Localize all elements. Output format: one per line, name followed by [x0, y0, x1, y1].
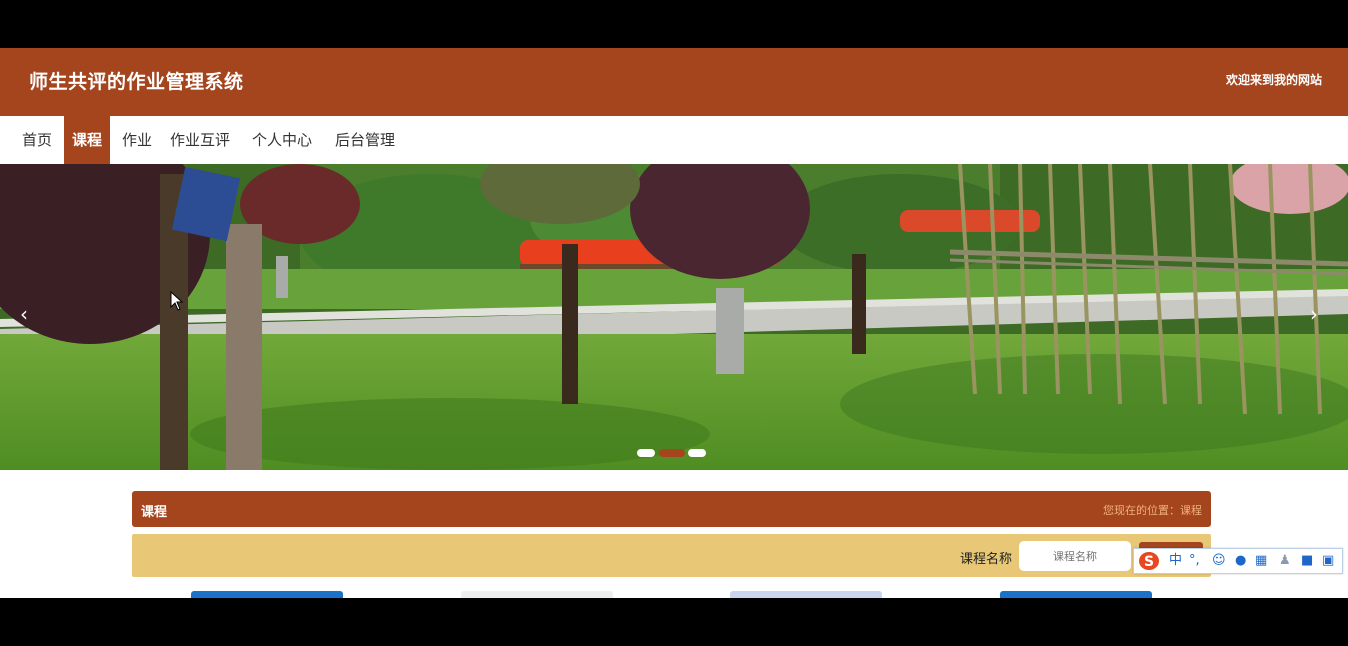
section-header: 课程 您现在的位置：课程 — [132, 491, 1211, 527]
carousel-dot-active[interactable] — [659, 449, 685, 457]
nav-item-admin[interactable]: 后台管理 — [327, 116, 403, 164]
keyboard-icon[interactable]: ▦ — [1255, 552, 1267, 570]
carousel-dot[interactable] — [688, 449, 706, 457]
grid-icon[interactable]: ▣ — [1322, 552, 1334, 570]
microphone-icon[interactable]: ● — [1235, 552, 1246, 570]
carousel-dot[interactable] — [637, 449, 655, 457]
banner-image — [0, 164, 1348, 470]
nav-item-personal-center[interactable]: 个人中心 — [244, 116, 320, 164]
search-bar: 课程名称 搜索 — [132, 534, 1211, 577]
course-card[interactable] — [1000, 591, 1152, 598]
mouse-cursor-icon — [170, 291, 184, 311]
search-input[interactable] — [1019, 541, 1131, 571]
ime-chinese-mode[interactable]: 中 — [1169, 552, 1182, 570]
chevron-left-icon[interactable]: ‹ — [20, 304, 28, 324]
sogou-logo-icon[interactable]: S — [1138, 551, 1160, 571]
main-nav: 首页 课程 作业 作业互评 个人中心 后台管理 — [0, 116, 1348, 164]
nav-item-home[interactable]: 首页 — [14, 116, 60, 164]
course-card[interactable] — [191, 591, 343, 598]
site-header: 师生共评的作业管理系统 欢迎来到我的网站 — [0, 48, 1348, 116]
course-card[interactable] — [461, 591, 613, 598]
shirt-icon[interactable]: ■ — [1301, 552, 1313, 570]
breadcrumb: 您现在的位置：课程 — [1103, 504, 1202, 517]
banner-carousel[interactable]: ‹ › — [0, 164, 1348, 470]
svg-text:S: S — [1144, 554, 1154, 570]
ime-punctuation-mode[interactable]: °, — [1189, 552, 1200, 570]
section-title: 课程 — [141, 505, 168, 520]
chevron-right-icon[interactable]: › — [1310, 304, 1318, 324]
nav-item-peer-review[interactable]: 作业互评 — [162, 116, 238, 164]
site-title: 师生共评的作业管理系统 — [29, 71, 244, 93]
nav-item-homework[interactable]: 作业 — [114, 116, 160, 164]
emoji-icon[interactable]: ☺ — [1212, 552, 1226, 570]
search-label: 课程名称 — [960, 552, 1013, 567]
welcome-text: 欢迎来到我的网站 — [1225, 73, 1322, 87]
course-card[interactable] — [730, 591, 882, 598]
browser-page: 师生共评的作业管理系统 欢迎来到我的网站 首页 课程 作业 作业互评 个人中心 … — [0, 48, 1348, 598]
user-icon[interactable]: ♟ — [1279, 552, 1291, 570]
nav-item-course[interactable]: 课程 — [64, 116, 111, 164]
ime-toolbar[interactable]: S 中 °, ☺ ● ▦ ♟ ■ ▣ — [1133, 548, 1343, 574]
